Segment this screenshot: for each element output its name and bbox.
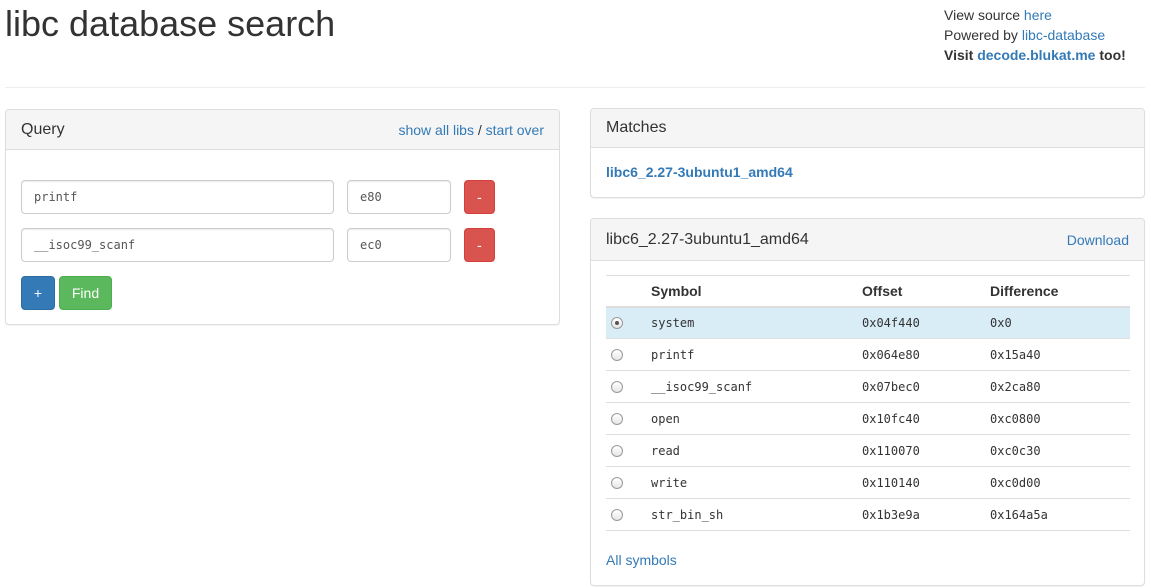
table-row[interactable]: write 0x110140 0xc0d00 <box>606 466 1130 499</box>
matches-panel-heading: Matches <box>591 109 1144 148</box>
view-source-text: View source <box>944 7 1024 23</box>
symbol-cell: __isoc99_scanf <box>651 370 862 403</box>
remove-row-button-2[interactable]: - <box>464 228 495 262</box>
add-row-button[interactable]: + <box>21 276 55 310</box>
offset-cell: 0x064e80 <box>862 338 990 371</box>
library-panel: libc6_2.27-3ubuntu1_amd64 Download Symbo… <box>590 218 1145 586</box>
table-row[interactable]: printf 0x064e80 0x15a40 <box>606 338 1130 371</box>
matches-panel: Matches libc6_2.27-3ubuntu1_amd64 <box>590 108 1145 198</box>
difference-cell: 0xc0d00 <box>990 466 1130 499</box>
row-radio-cell <box>606 306 651 339</box>
view-source-line: View source here <box>944 5 1144 25</box>
header-links: View source here Powered by libc-databas… <box>944 5 1144 65</box>
powered-by-text: Powered by <box>944 27 1022 43</box>
show-all-libs-link[interactable]: show all libs <box>398 122 473 138</box>
offset-cell: 0x110070 <box>862 434 990 467</box>
row-radio-cell <box>606 338 651 371</box>
offset-cell: 0x10fc40 <box>862 402 990 435</box>
visit-suffix: too! <box>1095 47 1126 63</box>
row-radio-cell <box>606 498 651 531</box>
visit-text: Visit <box>944 47 978 63</box>
symbol-table-body: system 0x04f440 0x0 printf 0x064e80 0x15a40 __… <box>606 306 1130 531</box>
query-heading: Query <box>21 121 65 138</box>
find-button[interactable]: Find <box>59 276 112 310</box>
decode-blukat-link[interactable]: decode.blukat.me <box>977 47 1095 63</box>
symbol-cell: str_bin_sh <box>651 498 862 531</box>
row-radio-button[interactable] <box>611 477 623 489</box>
table-row[interactable]: read 0x110070 0xc0c30 <box>606 434 1130 467</box>
offset-cell: 0x04f440 <box>862 306 990 339</box>
offset-cell: 0x110140 <box>862 466 990 499</box>
all-symbols-link[interactable]: All symbols <box>606 552 677 568</box>
matches-heading: Matches <box>606 119 667 136</box>
row-radio-button[interactable] <box>611 349 623 361</box>
symbol-column-header: Symbol <box>651 275 862 308</box>
visit-line: Visit decode.blukat.me too! <box>944 45 1144 65</box>
symbol-cell: system <box>651 306 862 339</box>
symbol-table: Symbol Offset Difference system 0x04f440 0… <box>606 275 1130 531</box>
row-radio-cell <box>606 434 651 467</box>
row-radio-cell <box>606 402 651 435</box>
row-radio-cell <box>606 466 651 499</box>
symbol-cell: write <box>651 466 862 499</box>
symbol-input-1[interactable]: printf <box>21 180 334 214</box>
row-radio-button[interactable] <box>611 413 623 425</box>
row-radio-button[interactable] <box>611 509 623 521</box>
table-header-row: Symbol Offset Difference <box>606 275 1130 308</box>
offset-column-header: Offset <box>862 275 990 308</box>
library-heading: libc6_2.27-3ubuntu1_amd64 <box>606 231 809 248</box>
library-panel-heading: libc6_2.27-3ubuntu1_amd64 Download <box>591 219 1144 261</box>
table-row[interactable]: open 0x10fc40 0xc0800 <box>606 402 1130 435</box>
symbol-cell: printf <box>651 338 862 371</box>
query-panel: Query show all libs / start over printf … <box>5 109 560 325</box>
difference-cell: 0xc0c30 <box>990 434 1130 467</box>
table-row[interactable]: system 0x04f440 0x0 <box>606 306 1130 339</box>
query-links-separator: / <box>473 122 486 138</box>
table-row[interactable]: __isoc99_scanf 0x07bec0 0x2ca80 <box>606 370 1130 403</box>
symbol-cell: open <box>651 402 862 435</box>
query-panel-heading: Query show all libs / start over <box>6 110 559 150</box>
powered-by-line: Powered by libc-database <box>944 25 1144 45</box>
row-radio-button[interactable] <box>611 445 623 457</box>
page-title: libc database search <box>5 3 336 44</box>
symbol-input-2[interactable]: __isoc99_scanf <box>21 228 334 262</box>
libc-database-link[interactable]: libc-database <box>1022 27 1105 43</box>
query-links: show all libs / start over <box>398 110 544 150</box>
difference-cell: 0x0 <box>990 306 1130 339</box>
remove-row-button-1[interactable]: - <box>464 180 495 214</box>
radio-column-header <box>606 275 651 308</box>
row-radio-button[interactable] <box>611 317 623 330</box>
difference-cell: 0x164a5a <box>990 498 1130 531</box>
offset-input-2[interactable]: ec0 <box>347 228 451 262</box>
match-link[interactable]: libc6_2.27-3ubuntu1_amd64 <box>606 164 793 180</box>
start-over-link[interactable]: start over <box>486 122 544 138</box>
row-radio-button[interactable] <box>611 381 623 393</box>
difference-cell: 0x15a40 <box>990 338 1130 371</box>
row-radio-cell <box>606 370 651 403</box>
table-row[interactable]: str_bin_sh 0x1b3e9a 0x164a5a <box>606 498 1130 531</box>
offset-cell: 0x1b3e9a <box>862 498 990 531</box>
difference-cell: 0xc0800 <box>990 402 1130 435</box>
symbol-cell: read <box>651 434 862 467</box>
difference-cell: 0x2ca80 <box>990 370 1130 403</box>
difference-column-header: Difference <box>990 275 1130 308</box>
header-divider <box>5 87 1145 88</box>
offset-cell: 0x07bec0 <box>862 370 990 403</box>
download-link[interactable]: Download <box>1067 219 1129 261</box>
view-source-link[interactable]: here <box>1024 7 1052 23</box>
offset-input-1[interactable]: e80 <box>347 180 451 214</box>
